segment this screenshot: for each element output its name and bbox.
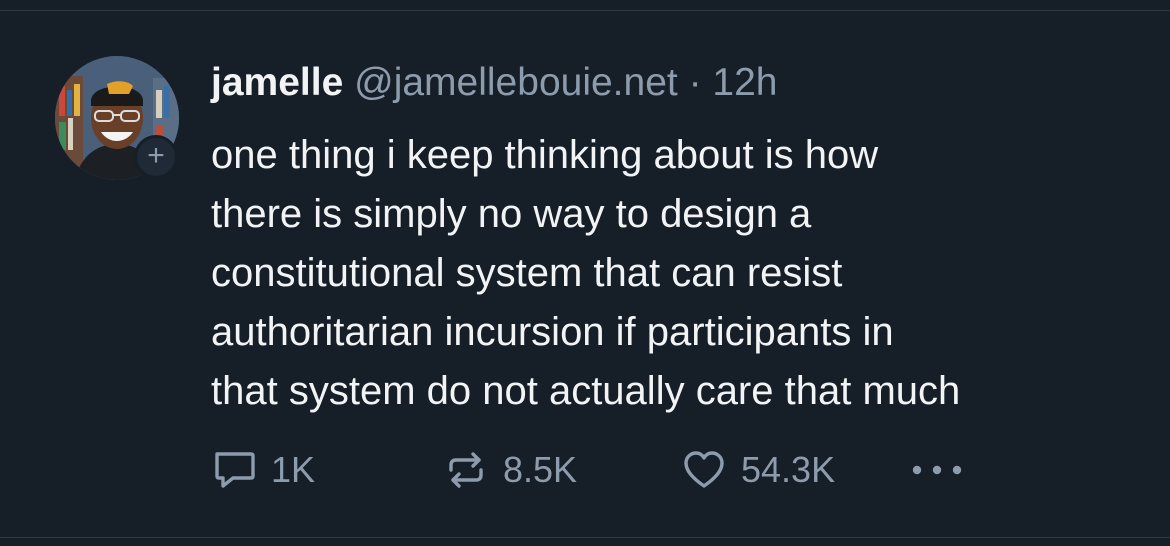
post-text-line: that system do not actually care that mu… (211, 369, 961, 413)
post-header: jamelle @jamellebouie.net · 12h (211, 60, 778, 106)
reply-button[interactable]: 1K (211, 445, 315, 495)
post-actions: 1K 8.5K 54.3K (211, 445, 1111, 495)
reply-count: 1K (271, 449, 316, 490)
post-text-line: there is simply no way to design a (211, 192, 812, 236)
post-text: one thing i keep thinking about is how t… (211, 126, 1151, 421)
header-separator: · (688, 61, 702, 104)
avatar-container: + (55, 56, 179, 180)
more-options-button[interactable] (909, 445, 965, 495)
repost-icon (449, 452, 483, 488)
bottom-divider (0, 537, 1170, 538)
repost-count: 8.5K (503, 449, 578, 490)
reply-icon (215, 452, 255, 488)
follow-button[interactable]: + (134, 135, 178, 179)
repost-button[interactable]: 8.5K (443, 445, 577, 495)
like-button[interactable]: 54.3K (681, 445, 835, 495)
more-icon (912, 465, 962, 475)
author-handle[interactable]: @jamellebouie.net (354, 61, 678, 104)
author-display-name[interactable]: jamelle (211, 61, 343, 104)
post-text-line: authoritarian incursion if participants … (211, 310, 894, 354)
post-text-line: one thing i keep thinking about is how (211, 133, 879, 177)
post-text-line: constitutional system that can resist (211, 251, 843, 295)
like-count: 54.3K (741, 449, 836, 490)
post-card[interactable]: + jamelle @jamellebouie.net · 12h one th… (0, 11, 1170, 537)
plus-icon: + (147, 139, 165, 172)
post-timestamp[interactable]: 12h (712, 61, 777, 104)
heart-icon (684, 451, 724, 488)
